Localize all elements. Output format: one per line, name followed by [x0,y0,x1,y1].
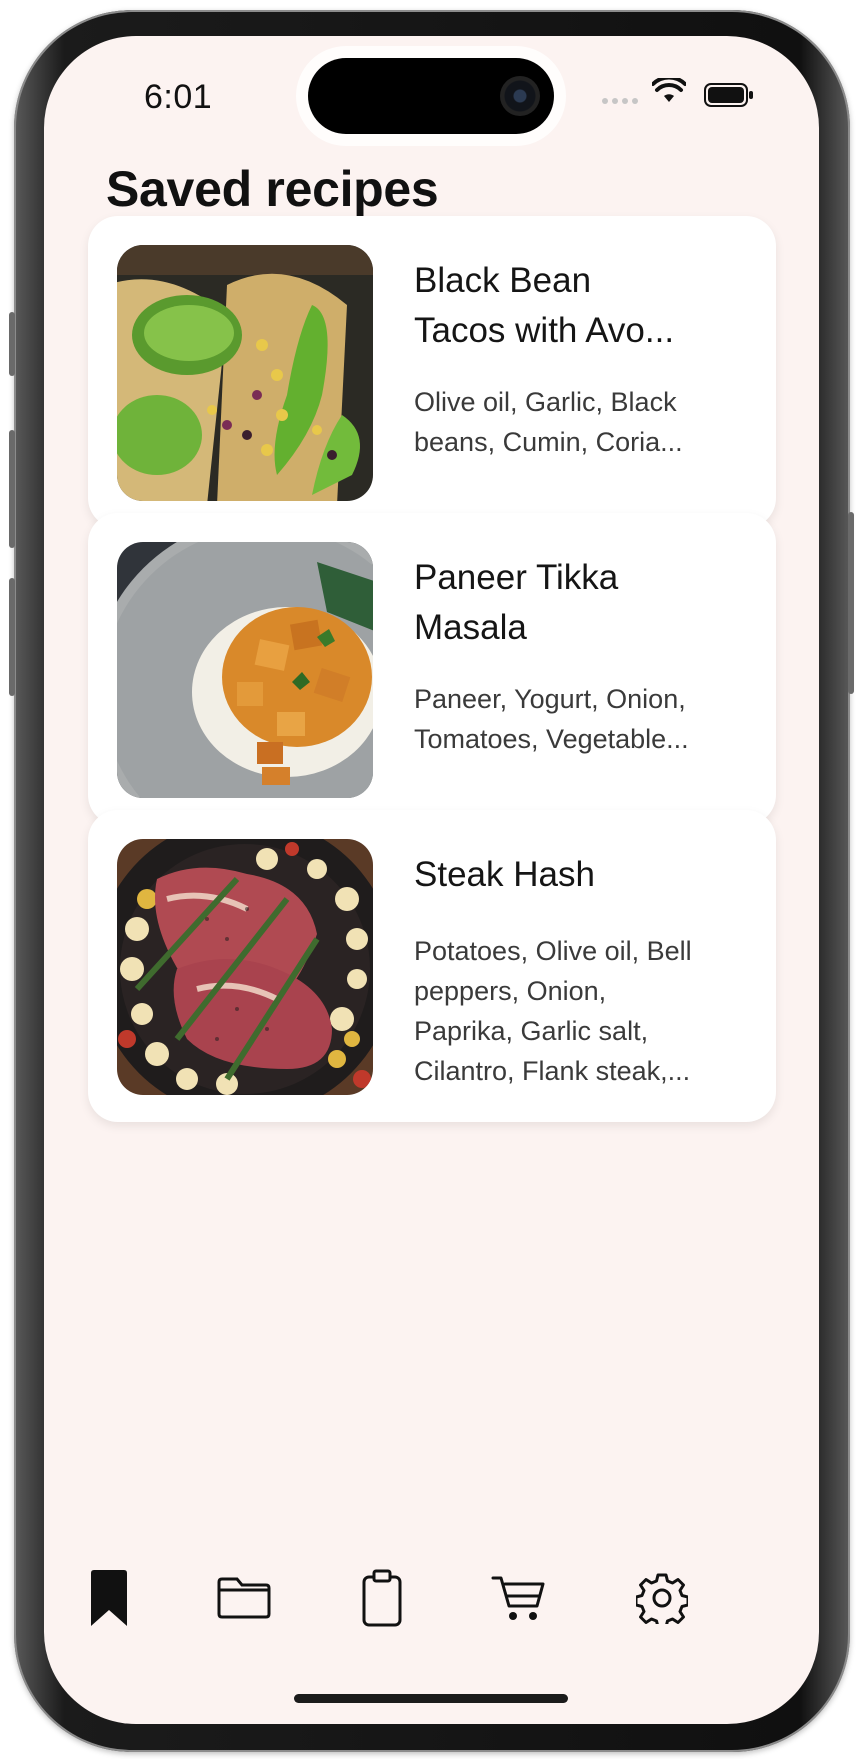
power-button [848,512,854,694]
tab-bar [44,1558,819,1638]
tab-clipboard[interactable] [347,1558,417,1638]
tab-saved[interactable] [74,1558,144,1638]
ingredients-line: Tomatoes, Vegetable... [414,724,689,754]
recipe-ingredients: Olive oil, Garlic, Black beans, Cumin, C… [414,382,734,462]
recipe-image-tacos [117,245,373,501]
recipe-title: Steak Hash [414,850,734,900]
dynamic-island [308,58,554,134]
gear-icon [636,1573,688,1624]
ingredients-line: Paneer, Yogurt, Onion, [414,684,686,714]
recipe-image-paneer [117,542,373,798]
recipe-title: Paneer Tikka Masala [414,553,734,653]
recipe-card[interactable]: Steak Hash Potatoes, Olive oil, Bell pep… [88,810,776,1122]
recipe-ingredients: Paneer, Yogurt, Onion, Tomatoes, Vegetab… [414,679,734,759]
ingredients-line: peppers, Onion, [414,976,607,1006]
recipe-title-line: Tacos with Avo... [414,311,675,350]
bookmark-icon [91,1570,127,1626]
cart-icon [491,1576,545,1620]
volume-down-button [9,578,15,696]
page-title: Saved recipes [106,161,439,217]
wifi-icon [652,78,686,102]
app-screen: 6:01 Saved recipes Black Bean Tacos with… [44,36,819,1724]
home-indicator[interactable] [294,1694,568,1703]
recipe-title: Black Bean Tacos with Avo... [414,256,734,356]
cellular-signal-icon [602,98,638,104]
ingredients-line: Potatoes, Olive oil, Bell [414,936,692,966]
ingredients-line: Paprika, Garlic salt, [414,1016,649,1046]
ingredients-line: Cilantro, Flank steak,... [414,1056,691,1086]
recipe-title-line: Black Bean [414,261,592,300]
recipe-image-steak [117,839,373,1095]
tab-settings[interactable] [627,1558,697,1638]
folder-icon [217,1577,271,1619]
recipe-title-line: Steak Hash [414,855,595,894]
tab-folders[interactable] [209,1558,279,1638]
recipe-title-line: Paneer Tikka [414,558,619,597]
ingredients-line: beans, Cumin, Coria... [414,427,683,457]
silent-switch [9,312,15,376]
status-time: 6:01 [144,78,213,116]
tab-shopping[interactable] [484,1558,554,1638]
clipboard-icon [362,1569,402,1627]
recipe-ingredients: Potatoes, Olive oil, Bell peppers, Onion… [414,931,734,1091]
battery-icon [704,83,753,107]
volume-up-button [9,430,15,548]
recipe-title-line: Masala [414,608,527,647]
recipe-card[interactable]: Paneer Tikka Masala Paneer, Yogurt, Onio… [88,513,776,825]
recipe-card[interactable]: Black Bean Tacos with Avo... Olive oil, … [88,216,776,528]
camera-lens [500,76,540,116]
ingredients-line: Olive oil, Garlic, Black [414,387,677,417]
